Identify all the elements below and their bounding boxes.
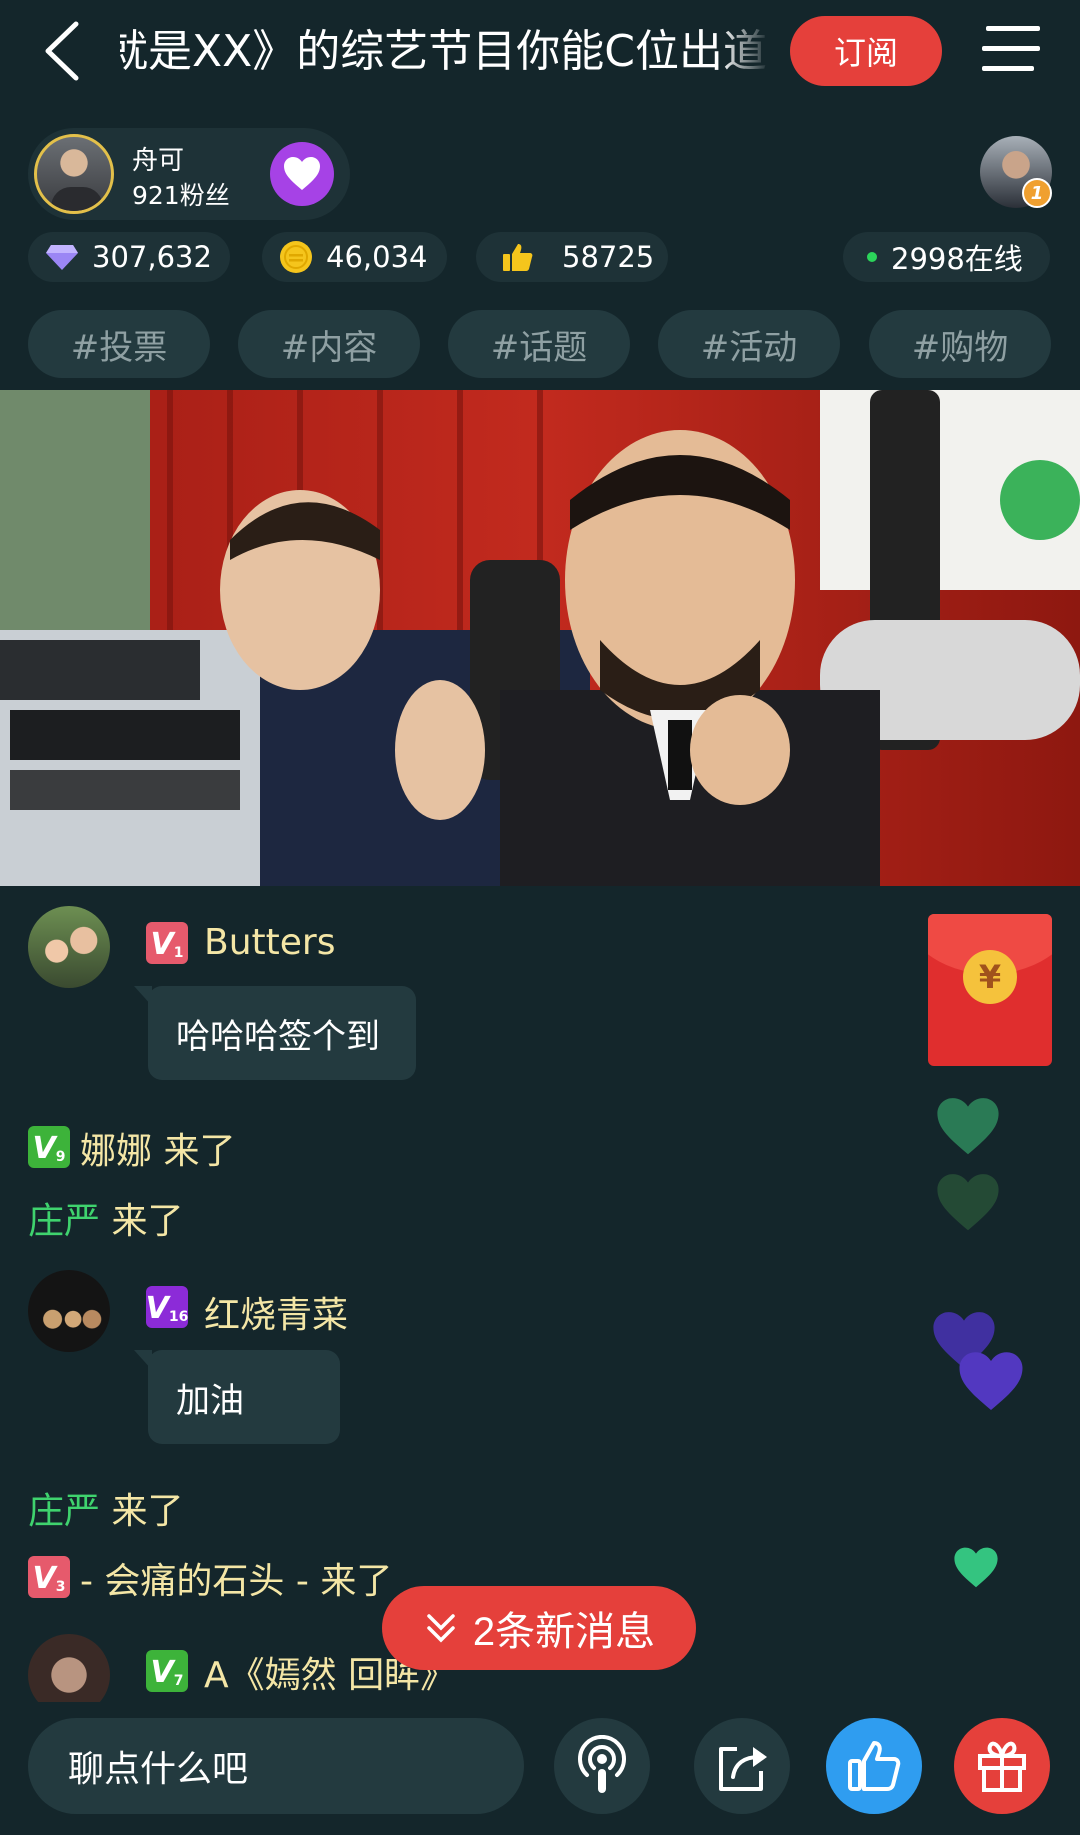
gift-button[interactable]	[954, 1718, 1050, 1814]
tag-activity[interactable]: #活动	[658, 310, 840, 378]
follow-heart-button[interactable]	[270, 142, 334, 206]
back-icon[interactable]	[40, 18, 96, 84]
chat-input[interactable]: 聊点什么吧	[28, 1718, 524, 1814]
join-notice: 庄严 来了	[28, 1201, 184, 1242]
host-fans-count: 921粉丝	[132, 181, 230, 210]
like-count: 58725	[562, 240, 655, 274]
chat-username[interactable]: 红烧青菜	[204, 1286, 348, 1338]
vip-level-badge: V 16	[146, 1286, 188, 1328]
heart-icon	[937, 1174, 999, 1231]
new-messages-label: 2条新消息	[472, 1610, 656, 1654]
online-dot-icon	[867, 252, 877, 262]
top-bar: 就是XX》的综艺节目你能C位出道 订阅	[0, 0, 1080, 110]
vip-level-badge: V9	[28, 1126, 70, 1168]
gift-icon	[978, 1741, 1026, 1792]
join-notice: 庄严 来了	[28, 1491, 184, 1532]
like-button[interactable]	[826, 1718, 922, 1814]
share-button[interactable]	[694, 1718, 790, 1814]
thumbs-up-icon	[500, 239, 536, 275]
share-icon	[719, 1747, 767, 1791]
chat-message: 加油	[134, 1350, 340, 1444]
chat-area[interactable]: V1 Butters 哈哈哈签个到 V9 娜娜 来了 庄严 来了 V 16 红烧青…	[0, 886, 1080, 1702]
menu-icon[interactable]	[982, 26, 1040, 76]
page-title-text: 就是XX》的综艺节目你能C位出道	[120, 26, 768, 77]
user-avatar[interactable]	[28, 1270, 110, 1352]
chat-message: 哈哈哈签个到	[134, 986, 416, 1080]
join-notice: - 会痛的石头 - 来了	[80, 1561, 393, 1602]
diamond-count: 307,632	[92, 240, 212, 274]
online-stat[interactable]: 2998在线	[843, 232, 1050, 282]
live-video[interactable]	[0, 390, 1080, 886]
user-avatar[interactable]	[28, 1634, 110, 1702]
diamond-icon	[44, 239, 80, 275]
diamond-stat: 307,632	[28, 232, 230, 282]
heart-icon	[959, 1352, 1023, 1410]
heart-icon	[284, 157, 320, 190]
double-chevron-down-icon	[427, 1614, 455, 1643]
thumbs-up-icon	[848, 1741, 901, 1791]
vip-level-badge: V7	[146, 1650, 188, 1692]
page-title: 就是XX》的综艺节目你能C位出道	[120, 22, 770, 82]
tag-topic[interactable]: #话题	[448, 310, 630, 378]
coin-count: 46,034	[326, 240, 428, 274]
heart-icon	[937, 1098, 999, 1155]
coin-icon	[278, 239, 314, 275]
podcast-button[interactable]	[554, 1718, 650, 1814]
broadcast-icon	[578, 1735, 626, 1793]
vip-level-badge: V1	[146, 922, 188, 964]
tag-shopping[interactable]: #购物	[869, 310, 1051, 378]
yuan-coin-icon: ¥	[963, 950, 1017, 1004]
subscribe-button[interactable]: 订阅	[790, 16, 942, 86]
join-notice: 娜娜 来了	[80, 1131, 236, 1172]
vip-level-badge: V3	[28, 1556, 70, 1598]
tag-vote[interactable]: #投票	[28, 310, 210, 378]
rank-badge: 1	[1022, 178, 1052, 208]
video-frame	[0, 390, 1080, 886]
like-stat: 58725	[476, 232, 668, 282]
tag-content[interactable]: #内容	[238, 310, 420, 378]
red-envelope-button[interactable]: ¥	[928, 914, 1052, 1066]
heart-icon	[954, 1547, 998, 1588]
new-messages-button[interactable]: 2条新消息	[382, 1586, 696, 1670]
user-avatar[interactable]	[28, 906, 110, 988]
host-avatar[interactable]	[34, 134, 114, 214]
online-count: 2998在线	[891, 242, 1023, 276]
coin-stat: 46,034	[262, 232, 447, 282]
chat-username[interactable]: Butters	[204, 922, 335, 963]
host-name: 舟可	[132, 146, 185, 176]
host-card[interactable]: 舟可 921粉丝	[28, 128, 350, 220]
